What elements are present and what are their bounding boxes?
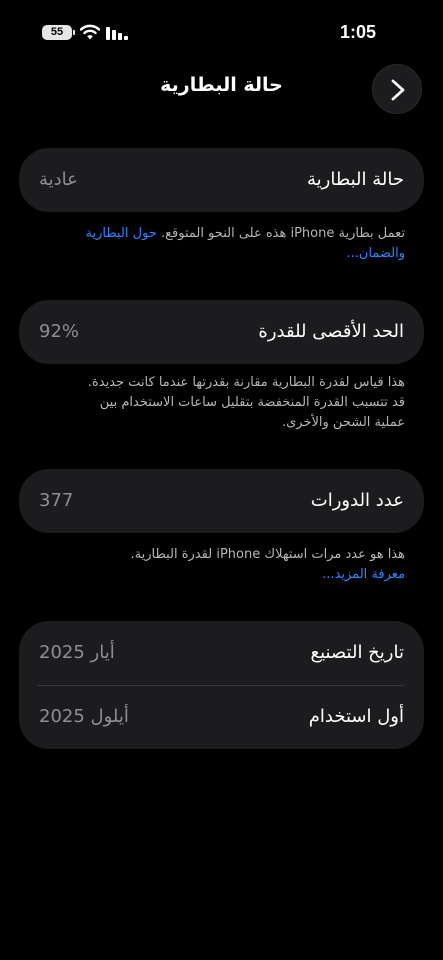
maximum-capacity-footnote-line: قد تتسبب القدرة المنخفضة بتقليل ساعات ال… <box>99 395 405 410</box>
dates-card: تاريخ التصنيع أيار 2025 أول استخدام أيلو… <box>19 621 424 749</box>
battery-health-footnote-text: تعمل بطارية iPhone هذه على النحو المتوقع… <box>160 226 405 241</box>
first-use-value: أيلول 2025 <box>39 706 129 727</box>
cycle-count-row: عدد الدورات 377 <box>19 469 424 533</box>
first-use-row: أول استخدام أيلول 2025 <box>19 685 424 749</box>
maximum-capacity-footnote-line: عملية الشحن والأخرى. <box>281 415 405 430</box>
battery-health-value: عادية <box>39 169 78 190</box>
manufacture-date-value: أيار 2025 <box>39 642 115 663</box>
maximum-capacity-footnote-line: هذا قياس لقدرة البطارية مقارنة بقدرتها ع… <box>87 375 405 390</box>
maximum-capacity-label: الحد الأقصى للقدرة <box>258 321 404 342</box>
maximum-capacity-row: الحد الأقصى للقدرة 92% <box>19 300 424 364</box>
maximum-capacity-value: 92% <box>39 321 80 342</box>
chevron-right-icon <box>391 79 405 101</box>
back-button[interactable] <box>372 64 422 114</box>
battery-health-row: حالة البطارية عادية <box>19 148 424 212</box>
cellular-signal-icon <box>106 27 128 40</box>
maximum-capacity-card: الحد الأقصى للقدرة 92% <box>19 300 424 364</box>
status-bar: 55 1:05 <box>0 0 443 64</box>
battery-level-badge: 55 <box>42 25 75 40</box>
cycle-count-value: 377 <box>39 490 74 511</box>
battery-health-label: حالة البطارية <box>307 169 404 190</box>
battery-health-card: حالة البطارية عادية <box>19 148 424 212</box>
cycle-count-label: عدد الدورات <box>310 490 404 511</box>
status-time: 1:05 <box>340 22 377 42</box>
maximum-capacity-footnote: هذا قياس لقدرة البطارية مقارنة بقدرتها ع… <box>30 373 405 433</box>
learn-more-link[interactable]: معرفة المزيد... <box>30 565 405 585</box>
cycle-count-footnote-text: هذا هو عدد مرات استهلاك iPhone لقدرة الب… <box>130 547 405 562</box>
cycle-count-footnote: هذا هو عدد مرات استهلاك iPhone لقدرة الب… <box>30 545 405 585</box>
wifi-icon <box>80 24 100 40</box>
battery-health-footnote: تعمل بطارية iPhone هذه على النحو المتوقع… <box>30 224 406 264</box>
first-use-label: أول استخدام <box>308 706 404 727</box>
manufacture-date-label: تاريخ التصنيع <box>310 642 404 663</box>
manufacture-date-row: تاريخ التصنيع أيار 2025 <box>19 621 424 685</box>
cycle-count-card: عدد الدورات 377 <box>19 469 424 533</box>
